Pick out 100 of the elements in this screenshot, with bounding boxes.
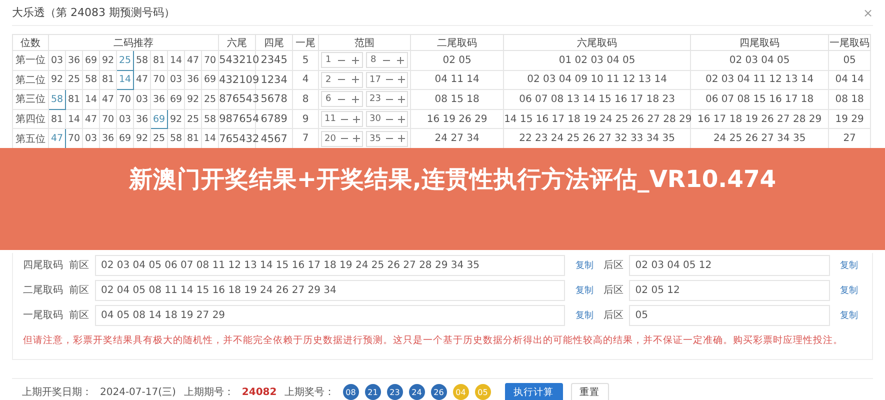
plus-icon[interactable] (352, 135, 360, 142)
number-cell[interactable]: 14 (168, 50, 184, 70)
number-cell[interactable]: 70 (100, 109, 116, 129)
copy-link[interactable]: 复制 (840, 308, 858, 322)
number-cell[interactable]: 47 (184, 50, 202, 70)
table-cell: 9 (292, 109, 319, 129)
number-cell[interactable]: 58 (134, 50, 150, 70)
copy-link[interactable]: 复制 (575, 258, 594, 272)
table-cell: 04 11 14 (410, 70, 504, 90)
code-field[interactable]: 02 03 04 05 12 (629, 254, 830, 276)
plus-icon[interactable] (398, 135, 405, 142)
number-cell[interactable]: 81 (150, 50, 168, 70)
plus-icon[interactable] (398, 76, 405, 84)
table-cell: 02 03 04 09 10 11 12 13 14 (504, 70, 691, 90)
number-stepper[interactable]: 11 (321, 111, 364, 128)
plus-icon[interactable] (352, 76, 359, 84)
number-cell[interactable]: 81 (48, 109, 66, 129)
number-cell[interactable]: 69 (168, 90, 184, 110)
number-cell[interactable]: 58 (82, 70, 100, 90)
number-cell[interactable]: 81 (100, 70, 116, 90)
number-cell[interactable]: 69 (82, 50, 100, 70)
number-cell[interactable]: 92 (48, 70, 66, 90)
copy-link[interactable]: 复制 (575, 284, 594, 297)
row-label: 二尾取码 (23, 284, 63, 298)
number-stepper[interactable]: 30 (366, 111, 408, 128)
table-cell: 16 19 26 29 (410, 109, 504, 129)
number-stepper[interactable]: 23 (366, 91, 408, 108)
table-cell: 08 15 18 (410, 90, 504, 110)
column-header: 四尾 (256, 34, 293, 50)
number-cell[interactable]: 92 (168, 109, 184, 129)
issue-label: 上期期号： (184, 386, 234, 400)
page-title: 大乐透（第 24083 期预测号码） (12, 5, 175, 20)
code-field[interactable]: 04 05 08 14 18 19 27 29 (95, 304, 566, 326)
headline-banner: 新澳门开奖结果+开奖结果,连贯性执行方法评估_VR10.474 (0, 148, 885, 250)
number-cell[interactable]: 03 (116, 109, 134, 129)
number-cell[interactable]: 36 (134, 109, 150, 129)
plus-icon[interactable] (352, 116, 360, 123)
number-cell[interactable]: 92 (100, 50, 116, 70)
number-cell[interactable]: 14 (116, 70, 134, 90)
number-cell[interactable]: 69 (202, 70, 219, 90)
plus-icon[interactable] (352, 96, 359, 103)
number-stepper[interactable]: 8 (366, 52, 408, 68)
number-cell[interactable]: 70 (116, 90, 134, 110)
number-cell[interactable]: 25 (202, 90, 219, 110)
table-cell: 16 17 18 19 26 27 28 29 (690, 109, 829, 129)
date-label: 上期开奖日期： (22, 386, 92, 400)
number-cell[interactable]: 03 (134, 90, 150, 110)
number-cell[interactable]: 25 (116, 50, 134, 70)
table-cell: 4 (292, 70, 319, 90)
plus-icon[interactable] (398, 116, 405, 123)
number-cell[interactable]: 69 (150, 109, 168, 129)
code-field[interactable]: 02 05 12 (629, 280, 830, 301)
number-stepper[interactable]: 1 (321, 52, 364, 68)
number-cell[interactable]: 36 (184, 70, 202, 90)
copy-link[interactable]: 复制 (575, 308, 594, 322)
code-field[interactable]: 02 04 05 08 11 14 15 16 18 19 24 26 27 29 34 (95, 280, 566, 301)
number-cell[interactable]: 25 (184, 109, 202, 129)
number-cell[interactable]: 70 (150, 70, 168, 90)
row-label: 四尾取码 (23, 259, 63, 272)
number-cell[interactable]: 81 (66, 90, 82, 110)
table-cell: 第四位 (12, 109, 48, 129)
number-cell[interactable]: 36 (150, 90, 168, 110)
number-cell[interactable]: 36 (66, 50, 82, 70)
table-cell: 05 (828, 50, 871, 70)
issue-value: 24082 (242, 386, 277, 398)
column-header: 位数 (12, 34, 48, 50)
number-stepper[interactable]: 2 (321, 72, 364, 88)
number-ball: 26 (430, 384, 447, 400)
number-cell[interactable]: 70 (202, 50, 219, 70)
table-cell: 02 03 04 11 12 13 14 (690, 70, 829, 90)
number-cell[interactable]: 03 (168, 70, 184, 90)
number-stepper[interactable]: 17 (366, 72, 408, 88)
plus-icon[interactable] (398, 96, 405, 103)
number-cell[interactable]: 03 (48, 50, 66, 70)
code-field[interactable]: 05 (629, 304, 830, 326)
number-cell[interactable]: 58 (202, 109, 219, 129)
number-cell[interactable]: 92 (184, 90, 202, 110)
number-cell[interactable]: 14 (82, 90, 100, 110)
plus-icon[interactable] (396, 56, 404, 64)
number-ball: 23 (386, 384, 403, 400)
zone-label: 前区 (69, 284, 89, 298)
number-ball: 24 (408, 384, 425, 400)
code-field[interactable]: 02 03 04 05 06 07 08 11 12 13 14 15 16 17 18 19 24 25 26 27 28 29 34 35 (95, 254, 566, 276)
plus-icon[interactable] (352, 56, 359, 64)
run-button[interactable]: 执行计算 (504, 382, 563, 400)
number-stepper[interactable]: 6 (321, 91, 364, 108)
number-cell[interactable]: 14 (66, 109, 82, 129)
number-stepper[interactable]: 35 (366, 130, 408, 147)
number-cell[interactable]: 25 (66, 70, 82, 90)
number-cell[interactable]: 47 (134, 70, 150, 90)
copy-link[interactable]: 复制 (840, 258, 858, 272)
reset-button[interactable]: 重置 (570, 382, 609, 400)
zone-label: 前区 (69, 259, 89, 272)
zone-label: 后区 (603, 308, 624, 322)
number-cell[interactable]: 47 (82, 109, 100, 129)
number-cell[interactable]: 58 (48, 90, 66, 110)
copy-link[interactable]: 复制 (840, 284, 858, 297)
number-ball: 05 (474, 384, 491, 400)
number-cell[interactable]: 47 (100, 90, 116, 110)
number-stepper[interactable]: 20 (321, 130, 364, 147)
